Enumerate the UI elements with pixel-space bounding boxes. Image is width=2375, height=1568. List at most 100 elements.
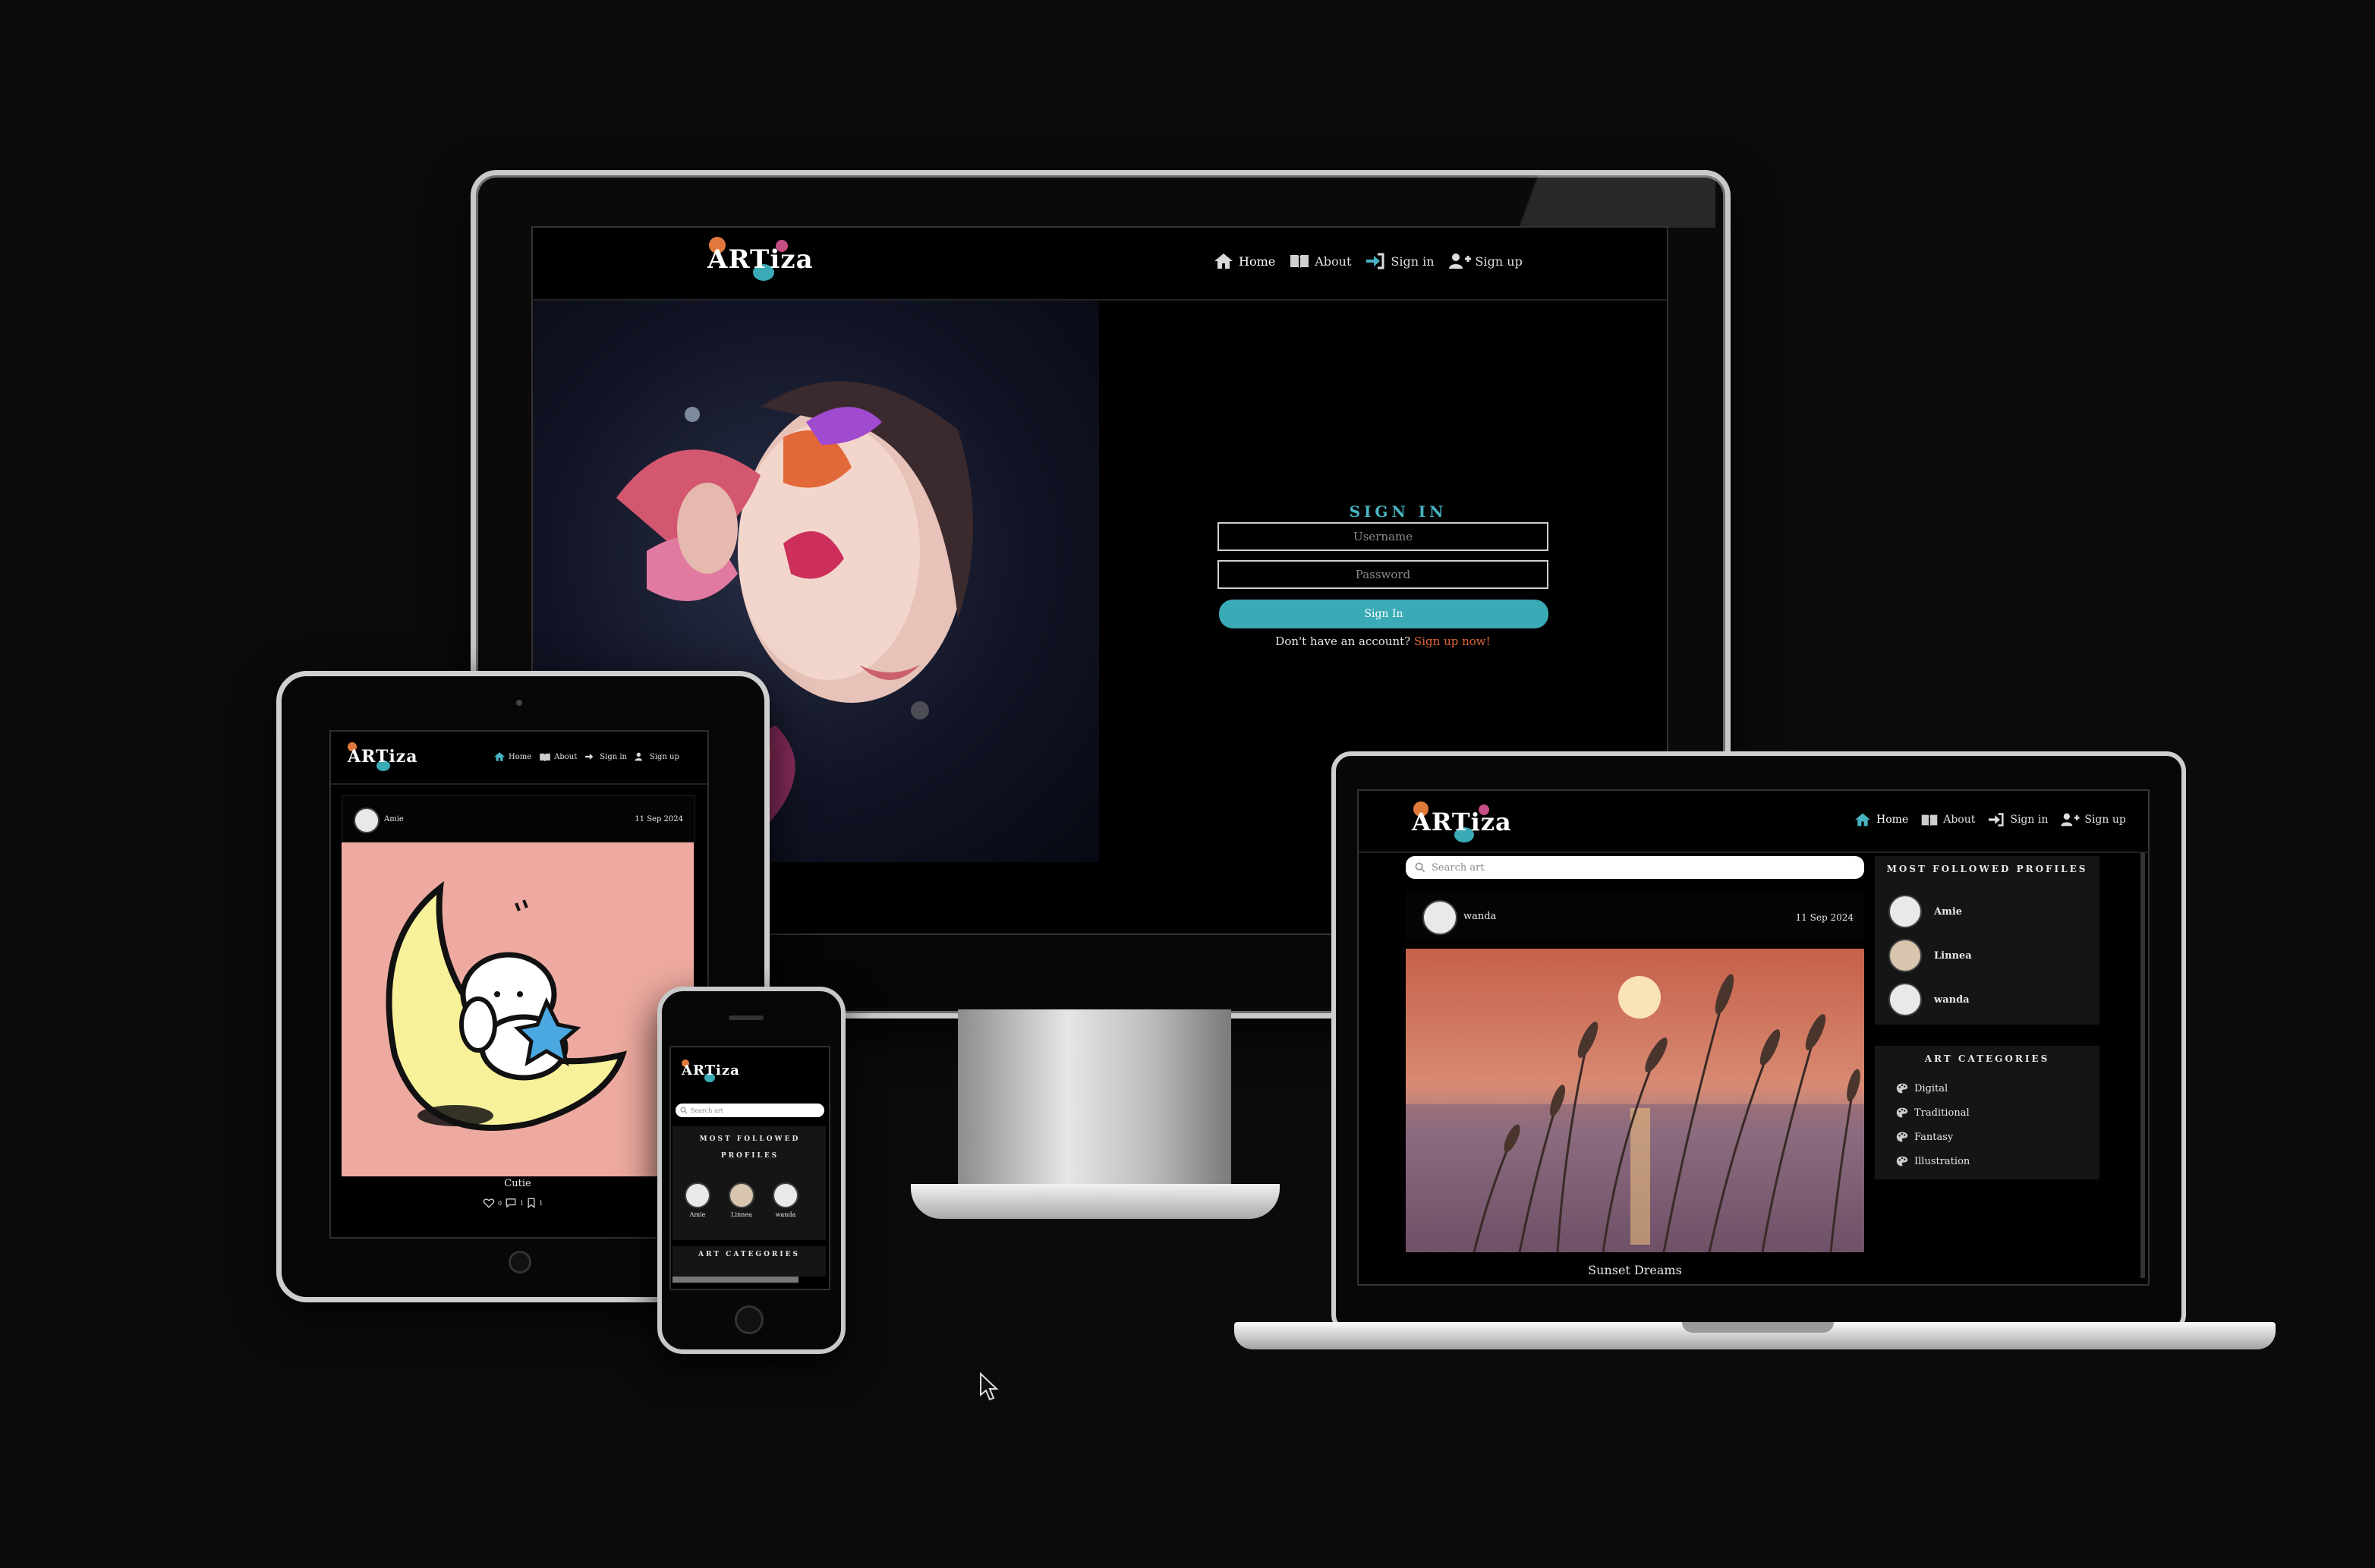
avatar[interactable] [354, 808, 380, 833]
profile-item[interactable]: Linnea [1888, 934, 1972, 978]
palette-icon [1896, 1083, 1908, 1094]
home-icon [494, 752, 505, 761]
post-image[interactable] [342, 842, 694, 1176]
home-icon [1214, 253, 1233, 269]
book-icon [1290, 255, 1309, 269]
nav-signup[interactable]: Sign up [1448, 252, 1523, 270]
search-input[interactable]: Search art [1406, 856, 1864, 879]
tablet-home-button [509, 1251, 531, 1274]
profile-item[interactable]: Amie [685, 1182, 710, 1218]
moon-bunny-illustration [386, 881, 628, 1131]
nav-about[interactable]: About [1920, 813, 1975, 827]
category-list: Digital Traditional Fantasy Illustration [1896, 1076, 1970, 1173]
comments-count: 1 [520, 1199, 524, 1207]
profile-name: wanda [1934, 993, 1970, 1006]
profile-list: Amie Linnea wanda [685, 1182, 798, 1218]
signup-link[interactable]: Sign up now! [1414, 634, 1491, 648]
avatar [773, 1182, 798, 1208]
sign-in-icon [1989, 813, 2004, 827]
brand-logo[interactable]: ARTiza [707, 237, 814, 281]
signup-prompt: Don't have an account? Sign up now! [1217, 634, 1548, 648]
post-actions: 0 1 1 [483, 1198, 543, 1208]
home-icon [1855, 813, 1870, 827]
monitor-glare [1488, 175, 1715, 228]
sign-in-icon [1366, 253, 1384, 269]
post-author[interactable]: wanda [1463, 911, 1496, 922]
book-icon [540, 753, 551, 761]
search-icon [680, 1107, 688, 1114]
comment-icon[interactable] [505, 1198, 517, 1208]
profile-name: wanda [775, 1211, 796, 1218]
search-icon [1415, 862, 1425, 873]
likes-count: 0 [498, 1199, 502, 1207]
profile-name: Linnea [731, 1211, 752, 1218]
heart-icon[interactable] [483, 1198, 495, 1208]
nav-signin[interactable]: Sign in [1365, 252, 1435, 270]
avatar [1888, 983, 1922, 1016]
nav-signin[interactable]: Sign in [1987, 812, 2048, 827]
category-item[interactable]: Digital [1896, 1076, 1970, 1100]
palette-icon [1896, 1107, 1908, 1118]
vertical-scrollbar[interactable] [2140, 853, 2145, 1278]
username-input[interactable]: Username [1217, 522, 1548, 551]
brand-logo[interactable]: ARTiza [682, 1060, 740, 1082]
category-item[interactable]: Illustration [1896, 1149, 1970, 1173]
main-nav: Home About Sign in Sign up [1854, 812, 2126, 827]
nav-signin-label: Sign in [2010, 814, 2049, 826]
sunset-reeds-photo [1406, 949, 1864, 1253]
category-item[interactable]: Fantasy [1896, 1125, 1970, 1149]
signup-prompt-text: Don't have an account? [1275, 634, 1411, 648]
phone-home-button [735, 1305, 764, 1334]
nav-signup[interactable]: Sign up [635, 751, 679, 762]
brand-logo[interactable]: ARTiza [348, 742, 418, 771]
signin-title: SIGN IN [1349, 502, 1447, 521]
nav-home[interactable]: Home [493, 751, 531, 762]
book-icon [1921, 814, 1938, 827]
search-placeholder: Search art [1432, 861, 1485, 874]
post-author[interactable]: Amie [384, 815, 404, 823]
category-label: Digital [1914, 1082, 1948, 1094]
password-input[interactable]: Password [1217, 560, 1548, 589]
category-label: Illustration [1914, 1155, 1970, 1167]
horizontal-scrollbar[interactable] [672, 1277, 798, 1283]
search-placeholder: Search art [691, 1107, 723, 1114]
avatar[interactable] [1422, 900, 1457, 935]
phone-speaker [729, 1015, 764, 1020]
avatar [685, 1182, 710, 1208]
brand-name: ARTiza [682, 1063, 740, 1078]
nav-home[interactable]: Home [1854, 812, 1908, 827]
nav-signup[interactable]: Sign up [2060, 812, 2126, 827]
monitor-stand [958, 1009, 1231, 1199]
nav-signin[interactable]: Sign in [584, 751, 627, 762]
nav-home[interactable]: Home [1213, 252, 1275, 270]
nav-about[interactable]: About [1289, 253, 1351, 269]
nav-signup-label: Sign up [1475, 253, 1523, 269]
brand-name: ARTiza [348, 747, 418, 767]
profile-item[interactable]: wanda [1888, 978, 1972, 1022]
profile-item[interactable]: Amie [1888, 889, 1972, 934]
nav-about-label: About [1315, 253, 1352, 269]
main-nav: Home About Sign in Sign up [493, 751, 679, 762]
nav-signup-label: Sign up [2084, 814, 2126, 826]
tablet-camera [516, 700, 522, 706]
most-followed-title: MOST FOLLOWED PROFILES [1886, 864, 2088, 874]
nav-about-label: About [554, 752, 578, 761]
nav-signup-label: Sign up [649, 752, 679, 761]
nav-about[interactable]: About [539, 752, 577, 762]
profile-item[interactable]: Linnea [729, 1182, 754, 1218]
bookmark-icon[interactable] [527, 1198, 536, 1208]
profile-item[interactable]: wanda [773, 1182, 798, 1218]
brand-name: ARTiza [1412, 808, 1512, 836]
post-image[interactable] [1406, 949, 1864, 1253]
laptop-screen: ARTiza Home About Sign in Sign up Search… [1357, 789, 2150, 1286]
user-plus-icon [635, 752, 643, 761]
profile-name: Amie [689, 1211, 706, 1218]
signin-button[interactable]: Sign In [1219, 600, 1548, 628]
brand-logo[interactable]: ARTiza [1412, 801, 1512, 842]
user-plus-icon [1448, 253, 1471, 269]
category-label: Fantasy [1914, 1131, 1954, 1143]
mouse-cursor-icon [980, 1372, 999, 1401]
category-item[interactable]: Traditional [1896, 1100, 1970, 1125]
search-input[interactable]: Search art [676, 1104, 824, 1117]
phone-screen: ARTiza Search art MOST FOLLOWED PROFILES… [669, 1046, 830, 1290]
